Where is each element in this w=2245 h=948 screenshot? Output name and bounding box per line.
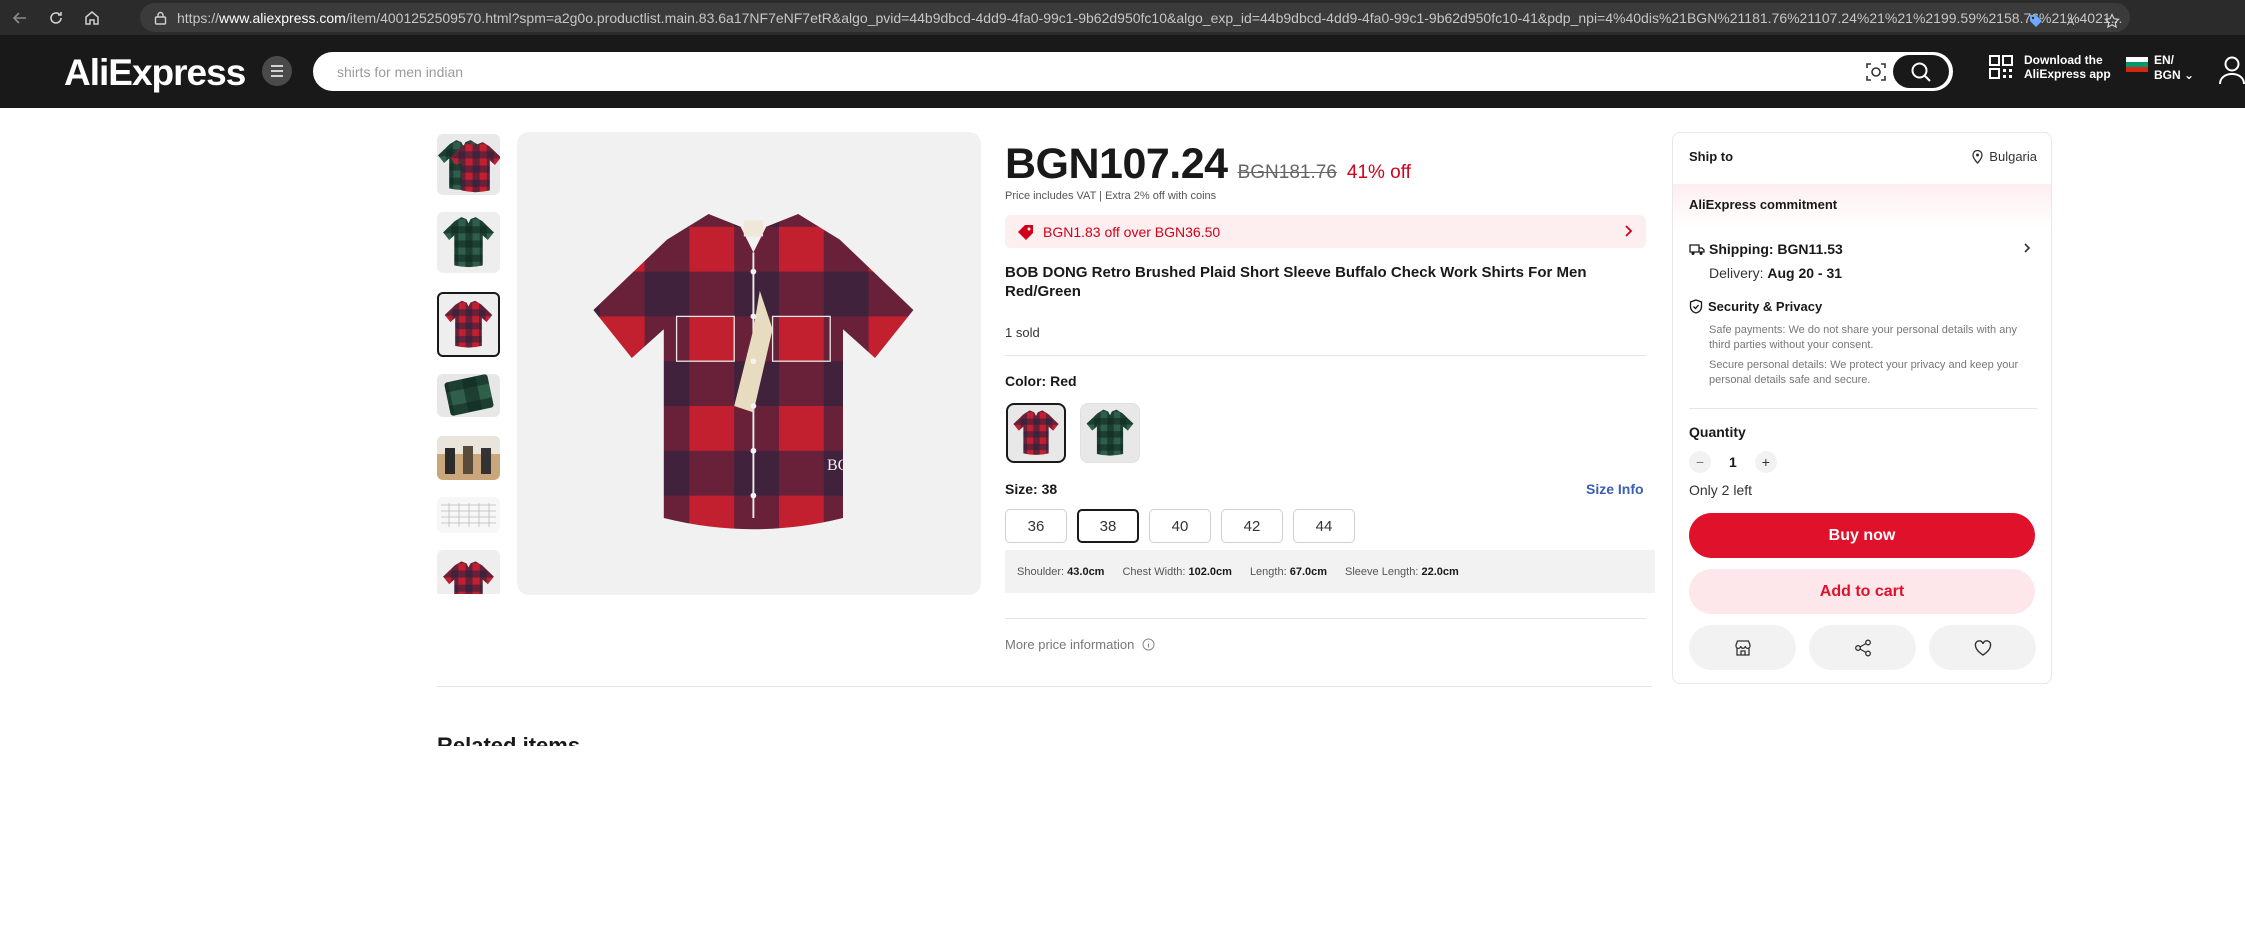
search-icon	[1911, 62, 1931, 82]
chevron-right-icon	[1625, 225, 1633, 237]
hamburger-icon	[271, 65, 283, 77]
app-download-link[interactable]: Download the AliExpress app	[1988, 53, 2114, 81]
color-label: Color: Red	[1005, 373, 1077, 389]
divider	[1689, 408, 2037, 409]
size-measurements: Shoulder: 43.0cm Chest Width: 102.0cm Le…	[1005, 550, 1655, 593]
lock-icon	[154, 11, 167, 25]
language-currency-selector[interactable]: EN/ BGN ⌄	[2126, 53, 2194, 83]
shipping-cost[interactable]: Shipping: BGN11.53	[1689, 241, 1843, 257]
related-items-heading: Related items	[437, 733, 581, 746]
sold-count: 1 sold	[1005, 325, 1040, 340]
original-price: BGN181.76	[1237, 162, 1337, 183]
thumbnail-1[interactable]	[437, 134, 500, 195]
image-watermark: BOB DO	[827, 457, 887, 474]
purchase-panel: Ship to Bulgaria AliExpress commitment S…	[1672, 132, 2052, 684]
quantity-stepper: − 1 +	[1689, 451, 1777, 473]
chevron-down-icon: ⌄	[2184, 68, 2195, 82]
location-pin-icon	[1972, 149, 1983, 164]
size-label: Size: 38	[1005, 481, 1058, 497]
bulgaria-flag-icon	[2126, 57, 2148, 72]
search-input[interactable]	[337, 52, 1837, 91]
store-icon	[1734, 639, 1751, 656]
thumbnail-4[interactable]	[437, 374, 500, 417]
coupon-banner[interactable]: BGN1.83 off over BGN36.50	[1005, 215, 1646, 248]
size-option-42[interactable]: 42	[1221, 509, 1283, 543]
security-text-payments: Safe payments: We do not share your pers…	[1709, 324, 2017, 351]
chevron-right-icon[interactable]	[2023, 242, 2031, 254]
share-icon	[1854, 639, 1871, 656]
search-button[interactable]	[1893, 55, 1949, 88]
currency-label: BGN	[2154, 68, 2181, 82]
favorite-star-icon[interactable]	[2104, 12, 2120, 29]
wishlist-button[interactable]	[1929, 625, 2036, 670]
vat-note: Price includes VAT | Extra 2% off with c…	[1005, 190, 1217, 202]
price-row: BGN107.24 BGN181.76 41% off	[1005, 140, 1411, 189]
security-title: Security & Privacy	[1689, 299, 1822, 314]
home-button[interactable]	[74, 0, 110, 35]
language-label: EN/	[2154, 53, 2175, 67]
ship-destination: Bulgaria	[1989, 149, 2037, 164]
divider	[1005, 355, 1646, 356]
quantity-increase-button[interactable]: +	[1754, 451, 1777, 473]
shield-icon	[1689, 299, 1703, 314]
current-price: BGN107.24	[1005, 140, 1228, 188]
browser-toolbar: https://www.aliexpress.com/item/40012525…	[0, 0, 2245, 35]
color-swatch-red[interactable]	[1006, 403, 1066, 463]
product-title: BOB DONG Retro Brushed Plaid Short Sleev…	[1005, 264, 1587, 300]
account-icon[interactable]	[2218, 55, 2245, 85]
section-divider	[437, 686, 1652, 687]
divider	[1005, 618, 1646, 619]
discount-badge: 41% off	[1346, 162, 1411, 183]
quantity-label: Quantity	[1689, 424, 1746, 440]
back-button[interactable]	[2, 0, 38, 35]
delivery-estimate: Delivery: Aug 20 - 31	[1709, 265, 1843, 281]
image-search-icon[interactable]	[1865, 61, 1887, 83]
size-option-38[interactable]: 38	[1077, 509, 1139, 543]
share-button[interactable]	[1809, 625, 1916, 670]
back-arrow-icon	[12, 11, 26, 24]
store-button[interactable]	[1689, 625, 1796, 670]
thumbnail-5[interactable]	[437, 436, 500, 480]
read-aloud-icon[interactable]: A	[2066, 13, 2082, 29]
size-info-link[interactable]: Size Info	[1586, 481, 1644, 497]
thumbnail-6[interactable]	[437, 497, 500, 533]
security-text-details: Secure personal details: We protect your…	[1709, 359, 2019, 386]
address-bar[interactable]: https://www.aliexpress.com/item/40012525…	[140, 3, 2130, 32]
app-download-text: Download the AliExpress app	[2024, 53, 2111, 81]
refresh-icon	[50, 11, 62, 24]
size-option-40[interactable]: 40	[1149, 509, 1211, 543]
search-bar	[313, 52, 1953, 91]
qr-code-icon	[1989, 55, 2013, 79]
url-text: https://www.aliexpress.com/item/40012525…	[177, 9, 2123, 26]
tag-icon[interactable]	[2028, 13, 2044, 29]
commitment-title: AliExpress commitment	[1689, 197, 1838, 212]
quantity-value[interactable]: 1	[1729, 454, 1737, 470]
coupon-tag-icon	[1018, 224, 1033, 240]
heart-icon	[1974, 639, 1991, 656]
thumbnail-7[interactable]	[437, 550, 500, 594]
refresh-button[interactable]	[38, 0, 74, 35]
truck-icon	[1689, 243, 1705, 255]
more-price-info-link[interactable]: More price information	[1005, 637, 1155, 652]
main-product-image[interactable]: BOB DO	[517, 132, 981, 595]
buy-now-button[interactable]: Buy now	[1689, 513, 2035, 558]
category-menu-button[interactable]	[262, 56, 292, 86]
add-to-cart-button[interactable]: Add to cart	[1689, 569, 2035, 614]
aliexpress-logo[interactable]: AliExpress	[64, 52, 246, 94]
quantity-decrease-button[interactable]: −	[1689, 451, 1711, 473]
coupon-text: BGN1.83 off over BGN36.50	[1043, 223, 1221, 240]
size-option-44[interactable]: 44	[1293, 509, 1355, 543]
info-icon	[1142, 638, 1155, 651]
site-header: AliExpress Download the AliExpress app E…	[0, 35, 2245, 108]
ship-to-row[interactable]: Ship to Bulgaria	[1689, 149, 2037, 164]
stock-remaining: Only 2 left	[1689, 482, 1753, 498]
home-icon	[85, 10, 99, 25]
color-swatch-green[interactable]	[1080, 403, 1140, 463]
thumbnail-3[interactable]	[437, 292, 500, 357]
thumbnail-2[interactable]	[437, 212, 500, 273]
size-option-36[interactable]: 36	[1005, 509, 1067, 543]
svg-text:A: A	[2067, 16, 2075, 28]
